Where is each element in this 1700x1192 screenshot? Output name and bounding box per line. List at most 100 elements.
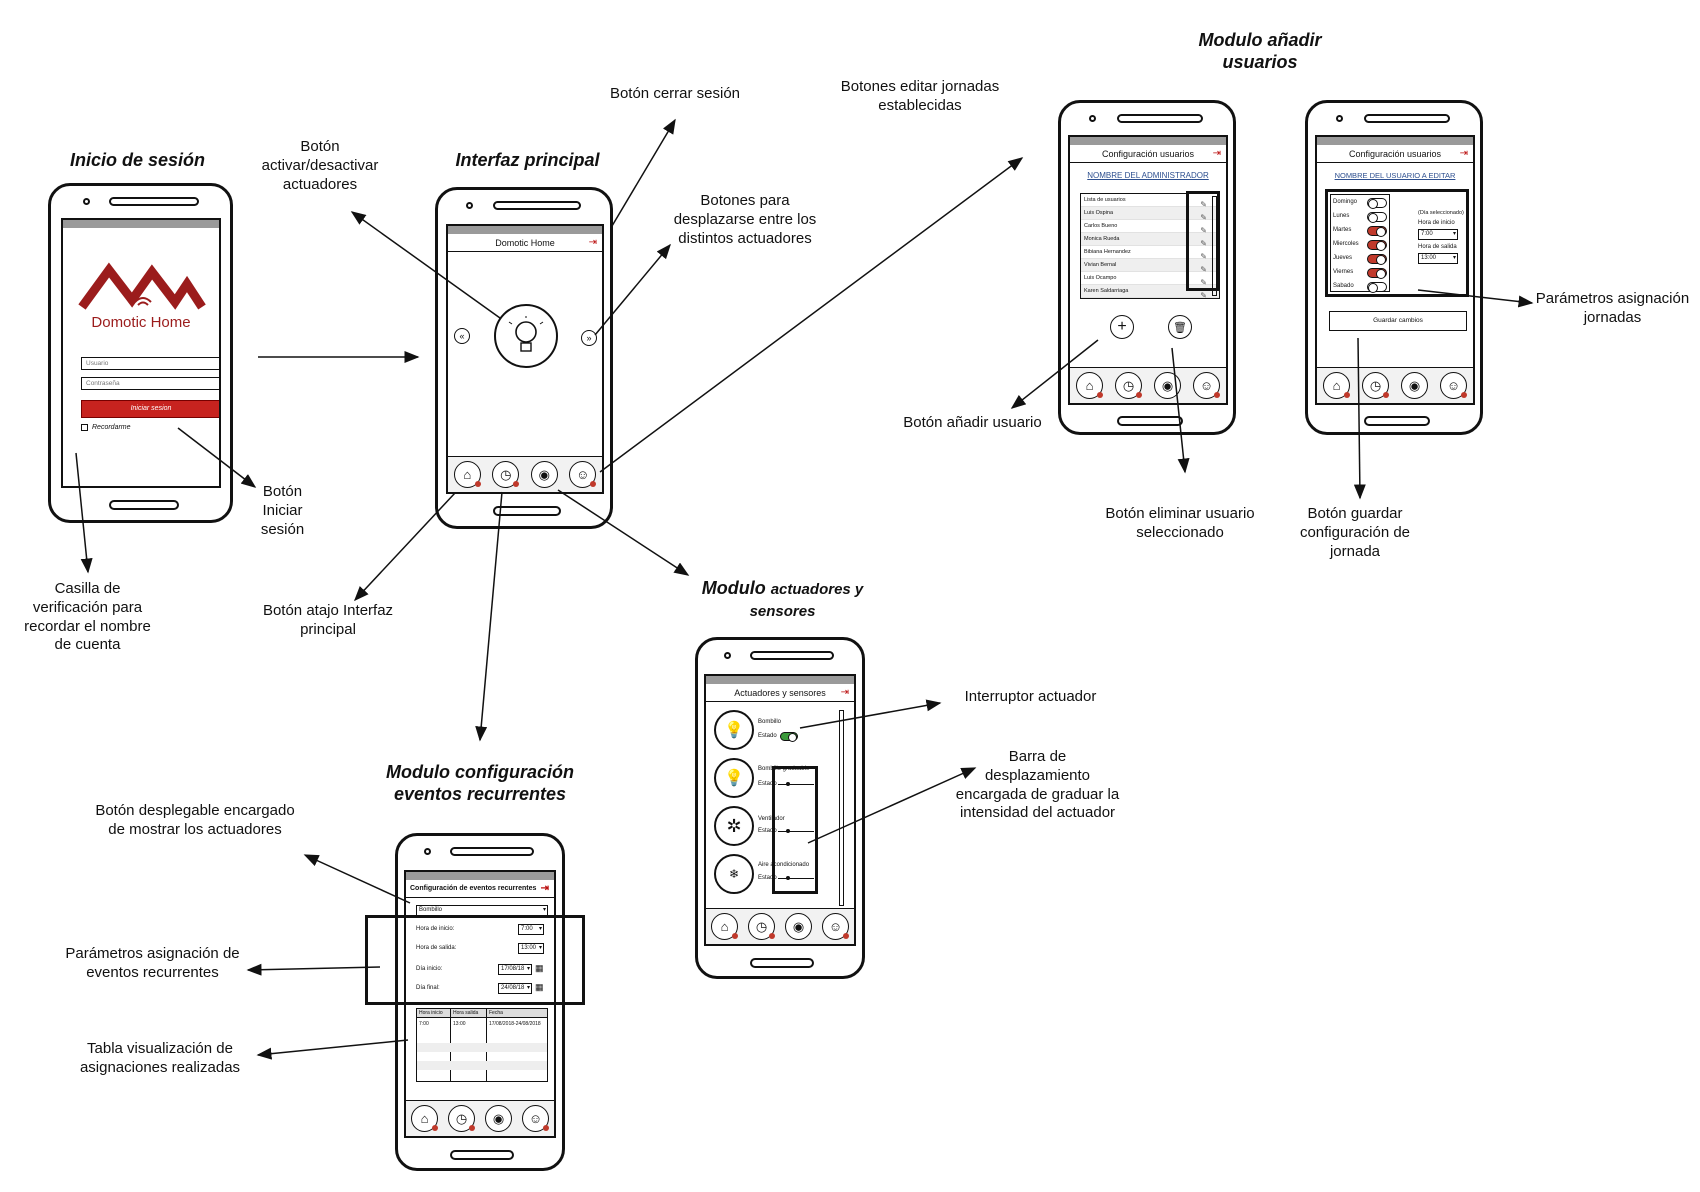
event-params-highlight [365, 915, 585, 1005]
table-header-cell: Fecha [489, 1010, 503, 1016]
add-user-button[interactable]: + [1110, 315, 1134, 339]
password-input[interactable]: Contraseña [81, 377, 219, 390]
table-cell: 17/08/2018-24/08/2018 [489, 1021, 541, 1027]
save-changes-button[interactable]: Guardar cambios [1329, 311, 1467, 331]
status-bar [448, 226, 602, 234]
day-toggle[interactable] [1367, 240, 1387, 251]
nav-eye-icon[interactable]: ◉ [785, 913, 812, 940]
logout-icon[interactable]: ⇥ [589, 234, 597, 252]
phone-main: Domotic Home ⇥ « » ⌂ ◷ ◉ ☺ [435, 187, 613, 529]
nav-eye-icon[interactable]: ◉ [530, 461, 558, 488]
main-appbar: Domotic Home ⇥ [448, 234, 602, 252]
nav-home-icon[interactable]: ⌂ [453, 461, 481, 488]
logout-icon[interactable]: ⇥ [841, 684, 849, 702]
actuator-switch[interactable] [780, 732, 798, 742]
logout-icon[interactable]: ⇥ [541, 880, 549, 898]
end-time-label: Hora de salida [1418, 244, 1457, 250]
nav-eye-icon[interactable]: ◉ [485, 1105, 512, 1132]
bottom-nav: ⌂ ◷ ◉ ☺ [706, 908, 854, 944]
bottom-nav: ⌂ ◷ ◉ ☺ [406, 1100, 554, 1136]
callout-login-button: Botón Iniciar sesión [260, 483, 305, 538]
next-label: » [586, 333, 592, 343]
users-appbar: Configuración usuarios ⇥ [1070, 145, 1226, 163]
day-toggle[interactable] [1367, 254, 1387, 265]
callout-logout: Botón cerrar sesión [609, 85, 741, 102]
home-button[interactable] [750, 958, 814, 968]
logout-icon[interactable]: ⇥ [1460, 145, 1468, 163]
nav-user-icon[interactable]: ☺ [822, 913, 849, 940]
shift-screen: Configuración usuarios ⇥ NOMBRE DEL USUAR… [1315, 135, 1475, 405]
nav-home-icon[interactable]: ⌂ [1076, 372, 1103, 399]
login-screen: Domotic Home Usuario Contraseña Iniciar … [61, 218, 221, 488]
login-button[interactable]: Iniciar sesion [81, 400, 219, 418]
air-conditioner-icon: ❄ [714, 854, 754, 894]
intensity-bars-highlight [772, 766, 818, 894]
home-button[interactable] [109, 500, 179, 510]
logout-icon[interactable]: ⇥ [1213, 145, 1221, 163]
days-list: Domingo Lunes Martes Miercoles Jueves Vi… [1330, 194, 1390, 293]
nav-user-icon[interactable]: ☺ [569, 461, 597, 488]
nav-eye-icon[interactable]: ◉ [1401, 372, 1428, 399]
day-label: Viernes [1333, 269, 1354, 275]
nav-clock-icon[interactable]: ◷ [748, 913, 775, 940]
day-toggle[interactable] [1367, 198, 1387, 209]
day-toggle[interactable] [1367, 226, 1387, 237]
end-time-select[interactable]: 13:00 [1418, 253, 1458, 264]
status-bar [1317, 137, 1473, 145]
day-toggle[interactable] [1367, 212, 1387, 223]
day-label: Lunes [1333, 213, 1350, 219]
delete-user-button[interactable]: 🗑 [1168, 315, 1192, 339]
speaker-icon [493, 201, 581, 210]
table-header-cell: Hora inicio [419, 1010, 443, 1016]
table-row[interactable]: 7:00 13:00 17/08/2018-24/08/2018 [417, 1021, 547, 1030]
title-actuators-b: actuadores y sensores [749, 581, 864, 620]
shift-appbar: Configuración usuarios ⇥ [1317, 145, 1473, 163]
callout-actuator-switch: Interruptor actuador [964, 688, 1097, 705]
remember-checkbox[interactable] [81, 424, 88, 431]
day-toggle[interactable] [1367, 282, 1387, 293]
bottom-nav: ⌂ ◷ ◉ ☺ [448, 456, 602, 492]
appbar-title: Configuración usuarios [1101, 149, 1195, 159]
title-login: Inicio de sesión [69, 150, 206, 170]
callout-add-user: Botón añadir usuario [903, 414, 1042, 431]
table-header-cell: Hora salida [453, 1010, 479, 1016]
username-input[interactable]: Usuario [81, 357, 219, 370]
actuators-scrollbar[interactable] [839, 710, 844, 906]
home-button[interactable] [1364, 416, 1430, 426]
nav-clock-icon[interactable]: ◷ [1115, 372, 1142, 399]
nav-home-icon[interactable]: ⌂ [711, 913, 738, 940]
callout-delete-user: Botón eliminar usuario seleccionado [1105, 505, 1255, 541]
status-bar [406, 872, 554, 880]
nav-clock-icon[interactable]: ◷ [1362, 372, 1389, 399]
users-screen: Configuración usuarios ⇥ NOMBRE DEL ADMIN… [1068, 135, 1228, 405]
camera-icon [724, 652, 731, 659]
arrow-logout [611, 118, 676, 227]
start-time-select[interactable]: 7:00 [1418, 229, 1458, 240]
admin-header: NOMBRE DEL ADMINISTRADOR [1087, 171, 1209, 180]
nav-home-icon[interactable]: ⌂ [1323, 372, 1350, 399]
next-actuator-button[interactable]: » [581, 330, 597, 346]
callout-edit-shifts: Botones editar jornadas establecidas [840, 78, 1000, 114]
actuators-screen: Actuadores y sensores ⇥ 💡 Bombillo Estado… [704, 674, 856, 946]
nav-clock-icon[interactable]: ◷ [448, 1105, 475, 1132]
nav-user-icon[interactable]: ☺ [1440, 372, 1467, 399]
phone-actuators: Actuadores y sensores ⇥ 💡 Bombillo Estado… [695, 637, 865, 979]
nav-clock-icon[interactable]: ◷ [492, 461, 520, 488]
title-events: Modulo configuración eventos recurrentes [386, 762, 574, 804]
home-button[interactable] [493, 506, 561, 516]
nav-home-icon[interactable]: ⌂ [411, 1105, 438, 1132]
home-button[interactable] [1117, 416, 1183, 426]
main-screen: Domotic Home ⇥ « » ⌂ ◷ ◉ ☺ [446, 224, 604, 494]
actuator-toggle-button[interactable] [494, 304, 558, 368]
nav-eye-icon[interactable]: ◉ [1154, 372, 1181, 399]
prev-label: « [459, 331, 465, 341]
callout-intensity-bar: Barra de desplazamiento encargada de gra… [955, 748, 1120, 822]
speaker-icon [109, 197, 199, 206]
title-main: Interfaz principal [455, 150, 600, 170]
nav-user-icon[interactable]: ☺ [522, 1105, 549, 1132]
day-toggle[interactable] [1367, 268, 1387, 279]
nav-user-icon[interactable]: ☺ [1193, 372, 1220, 399]
events-appbar: Configuración de eventos recurrentes ⇥ [406, 880, 554, 898]
prev-actuator-button[interactable]: « [454, 328, 470, 344]
home-button[interactable] [450, 1150, 514, 1160]
